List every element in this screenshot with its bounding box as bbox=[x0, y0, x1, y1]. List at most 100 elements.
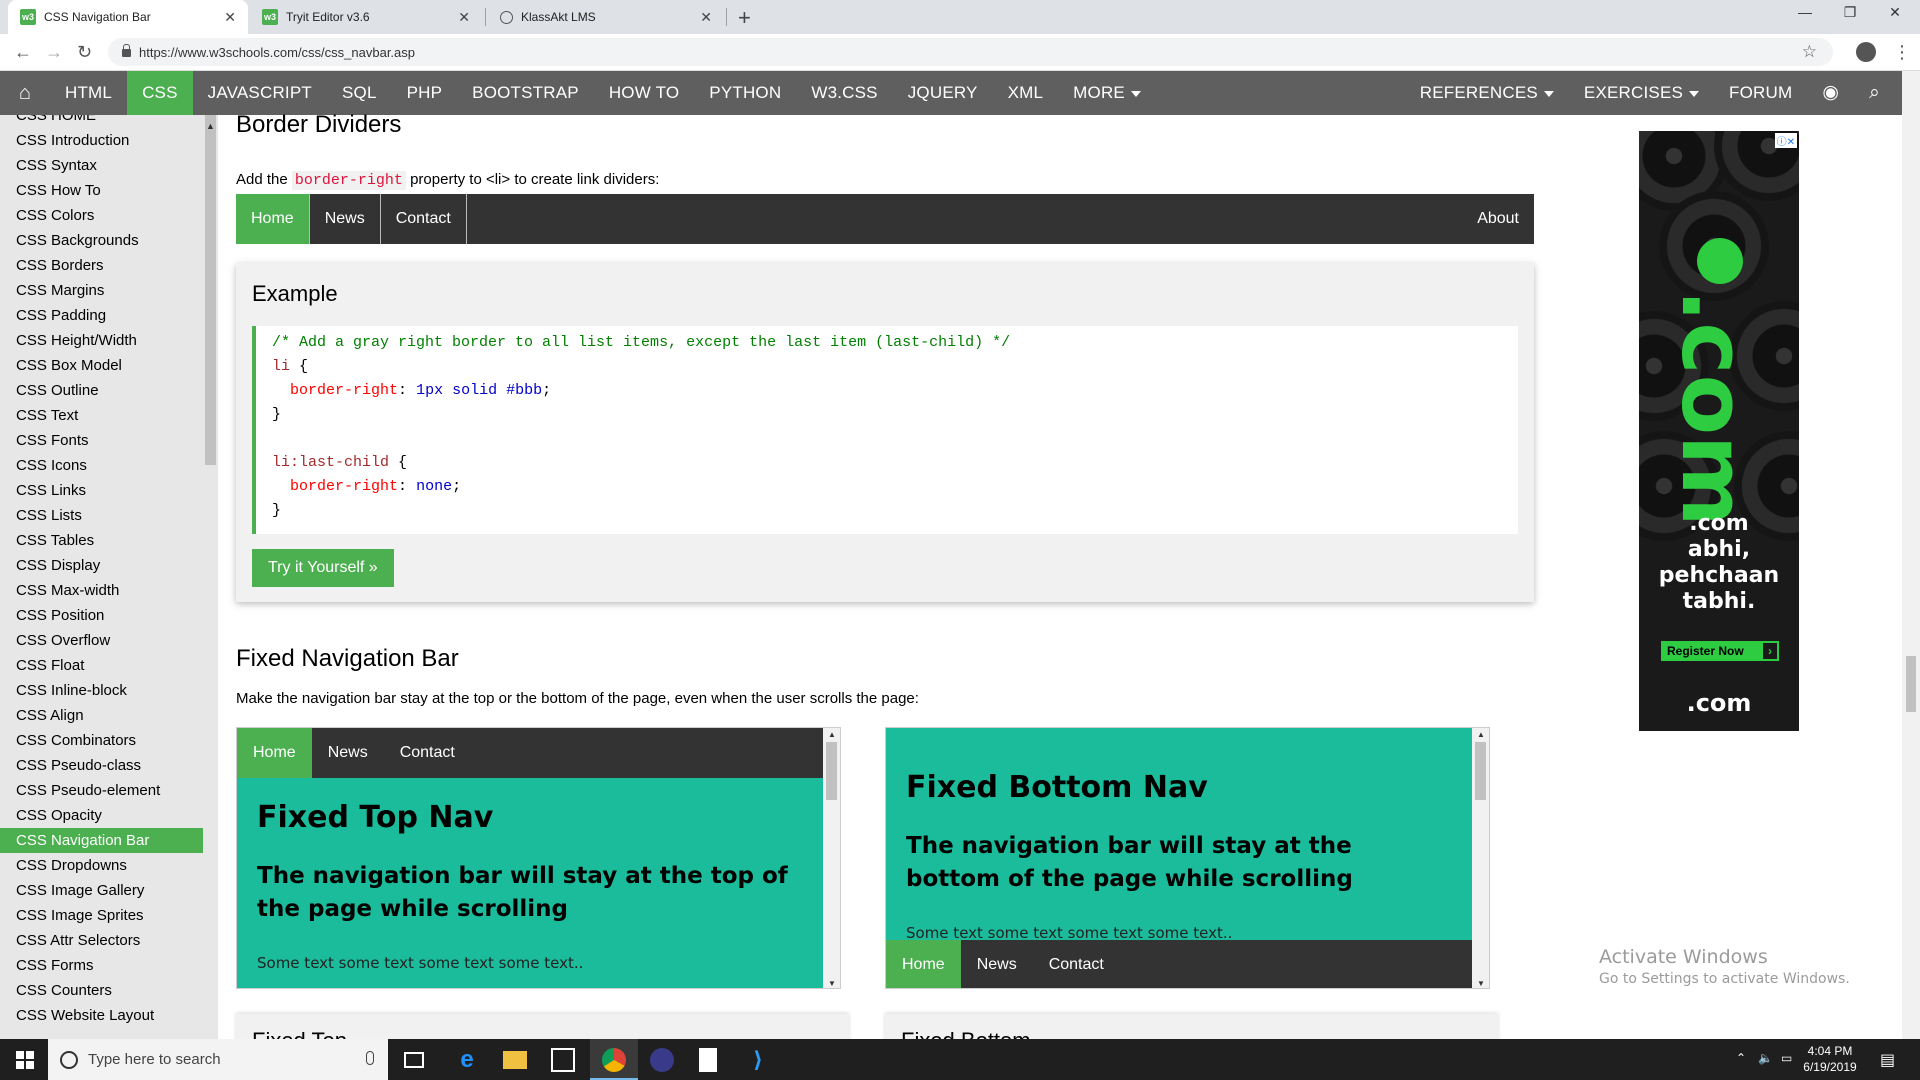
bookmark-star-icon[interactable]: ☆ bbox=[1802, 42, 1817, 62]
file-explorer-icon[interactable] bbox=[503, 1051, 527, 1069]
topnav-jquery[interactable]: JQUERY bbox=[893, 71, 993, 115]
topnav-references[interactable]: REFERENCES bbox=[1405, 71, 1569, 115]
sidebar-item[interactable]: CSS Dropdowns bbox=[0, 853, 218, 878]
sidebar-scrollbar[interactable]: ▲ bbox=[203, 115, 218, 1039]
home-icon[interactable]: ⌂ bbox=[0, 71, 50, 115]
sidebar-item[interactable]: CSS Opacity bbox=[0, 803, 218, 828]
advertisement[interactable]: .com .com abhi, pehchaan tabhi. Register… bbox=[1639, 131, 1799, 731]
sidebar-item[interactable]: CSS Borders bbox=[0, 253, 218, 278]
tray-chevron-icon[interactable]: ⌃ bbox=[1736, 1051, 1746, 1080]
translate-globe-icon[interactable]: ◉ bbox=[1807, 71, 1854, 115]
demo-nav-contact[interactable]: Contact bbox=[381, 194, 467, 244]
frame-scrollbar[interactable]: ▲ ▼ bbox=[823, 728, 840, 988]
sidebar-item[interactable]: CSS Website Layout bbox=[0, 1003, 218, 1028]
sidebar-item[interactable]: CSS Introduction bbox=[0, 128, 218, 153]
volume-icon[interactable]: 🔈 bbox=[1758, 1051, 1773, 1080]
topnav-sql[interactable]: SQL bbox=[327, 71, 392, 115]
topnav-w3css[interactable]: W3.CSS bbox=[796, 71, 892, 115]
sidebar-item[interactable]: CSS Box Model bbox=[0, 353, 218, 378]
browser-tab[interactable]: w3 CSS Navigation Bar ✕ bbox=[8, 0, 248, 34]
close-window-icon[interactable]: ✕ bbox=[1875, 4, 1915, 21]
sidebar-item[interactable]: CSS Height/Width bbox=[0, 328, 218, 353]
sidebar-item[interactable]: CSS Colors bbox=[0, 203, 218, 228]
demo-nav-news[interactable]: News bbox=[310, 194, 381, 244]
topnav-php[interactable]: PHP bbox=[392, 71, 458, 115]
sidebar-item[interactable]: CSS Inline-block bbox=[0, 678, 218, 703]
forward-icon[interactable]: → bbox=[45, 42, 63, 63]
frame-scrollbar[interactable]: ▲ ▼ bbox=[1472, 728, 1489, 988]
scroll-up-arrow-icon[interactable]: ▲ bbox=[1477, 730, 1485, 739]
sidebar-item[interactable]: CSS Position bbox=[0, 603, 218, 628]
taskbar-search-box[interactable]: Type here to search bbox=[48, 1039, 388, 1080]
ad-register-button[interactable]: Register Now › bbox=[1661, 641, 1779, 661]
page-scrollbar-thumb[interactable] bbox=[1906, 656, 1916, 712]
sidebar-scrollbar-thumb[interactable] bbox=[205, 115, 216, 465]
scroll-up-arrow-icon[interactable]: ▲ bbox=[206, 121, 215, 131]
chrome-icon[interactable] bbox=[602, 1048, 626, 1072]
sidebar-item[interactable]: CSS Align bbox=[0, 703, 218, 728]
sidebar-item[interactable]: CSS Tables bbox=[0, 528, 218, 553]
scroll-down-arrow-icon[interactable]: ▼ bbox=[1477, 979, 1485, 988]
try-it-yourself-button[interactable]: Try it Yourself » bbox=[252, 549, 394, 587]
frame-nav-news[interactable]: News bbox=[312, 728, 384, 778]
sidebar-item[interactable]: CSS Overflow bbox=[0, 628, 218, 653]
sidebar-item[interactable]: CSS Image Gallery bbox=[0, 878, 218, 903]
frame-nav-contact[interactable]: Contact bbox=[1033, 940, 1120, 988]
sidebar-item[interactable]: CSS Text bbox=[0, 403, 218, 428]
topnav-css[interactable]: CSS bbox=[127, 71, 193, 115]
sidebar-item[interactable]: CSS Forms bbox=[0, 953, 218, 978]
topnav-javascript[interactable]: JAVASCRIPT bbox=[193, 71, 327, 115]
reload-icon[interactable]: ↻ bbox=[77, 42, 92, 63]
sidebar-item[interactable]: CSS Combinators bbox=[0, 728, 218, 753]
restore-icon[interactable]: ❐ bbox=[1830, 4, 1870, 21]
demo-nav-about[interactable]: About bbox=[1462, 194, 1534, 244]
eclipse-icon[interactable] bbox=[650, 1048, 674, 1072]
sidebar-item[interactable]: CSS Image Sprites bbox=[0, 903, 218, 928]
scroll-up-arrow-icon[interactable]: ▲ bbox=[828, 730, 836, 739]
topnav-exercises[interactable]: EXERCISES bbox=[1569, 71, 1714, 115]
vscode-icon[interactable]: ⟩ bbox=[746, 1047, 770, 1072]
frame-nav-home[interactable]: Home bbox=[237, 728, 312, 778]
sidebar-item[interactable]: CSS Syntax bbox=[0, 153, 218, 178]
sidebar-item[interactable]: CSS Pseudo-element bbox=[0, 778, 218, 803]
topnav-howto[interactable]: HOW TO bbox=[594, 71, 694, 115]
browser-tab[interactable]: w3 Tryit Editor v3.6 ✕ bbox=[250, 0, 482, 34]
back-icon[interactable]: ← bbox=[14, 42, 32, 63]
store-icon[interactable] bbox=[551, 1048, 575, 1072]
frame-nav-home[interactable]: Home bbox=[886, 940, 961, 988]
frame-nav-contact[interactable]: Contact bbox=[384, 728, 471, 778]
profile-icon[interactable] bbox=[1856, 42, 1876, 62]
page-scrollbar[interactable] bbox=[1902, 71, 1920, 1039]
topnav-xml[interactable]: XML bbox=[993, 71, 1059, 115]
sidebar-item[interactable]: CSS Pseudo-class bbox=[0, 753, 218, 778]
sidebar-item[interactable]: CSS Outline bbox=[0, 378, 218, 403]
network-icon[interactable]: ▭ bbox=[1781, 1051, 1792, 1080]
menu-kebab-icon[interactable]: ⋮ bbox=[1893, 42, 1911, 63]
close-tab-icon[interactable]: ✕ bbox=[458, 9, 470, 26]
demo-nav-home[interactable]: Home bbox=[236, 194, 310, 244]
notepad-icon[interactable] bbox=[699, 1048, 717, 1072]
topnav-html[interactable]: HTML bbox=[50, 71, 127, 115]
ad-info-icon[interactable]: ⓘ✕ bbox=[1774, 133, 1797, 148]
topnav-more[interactable]: MORE bbox=[1058, 71, 1156, 115]
topnav-python[interactable]: PYTHON bbox=[694, 71, 796, 115]
sidebar-item[interactable]: CSS Counters bbox=[0, 978, 218, 1003]
new-tab-icon[interactable]: + bbox=[738, 5, 751, 31]
topnav-forum[interactable]: FORUM bbox=[1714, 71, 1807, 115]
search-icon[interactable]: ⌕ bbox=[1854, 71, 1902, 115]
frame-scrollbar-thumb[interactable] bbox=[826, 742, 837, 800]
edge-browser-icon[interactable]: e bbox=[455, 1046, 479, 1073]
taskbar-clock[interactable]: 4:04 PM 6/19/2019 bbox=[1795, 1043, 1865, 1075]
sidebar-item[interactable]: CSS Attr Selectors bbox=[0, 928, 218, 953]
url-field[interactable]: https://www.w3schools.com/css/css_navbar… bbox=[108, 38, 1833, 66]
sidebar-item[interactable]: CSS How To bbox=[0, 178, 218, 203]
sidebar-item[interactable]: CSS Display bbox=[0, 553, 218, 578]
close-tab-icon[interactable]: ✕ bbox=[700, 9, 712, 26]
sidebar-item[interactable]: CSS Lists bbox=[0, 503, 218, 528]
microphone-icon[interactable] bbox=[366, 1051, 374, 1065]
sidebar-item[interactable]: CSS Max-width bbox=[0, 578, 218, 603]
frame-scrollbar-thumb[interactable] bbox=[1475, 742, 1486, 800]
windows-start-icon[interactable] bbox=[16, 1051, 34, 1069]
action-center-icon[interactable]: ▤ bbox=[1880, 1050, 1895, 1080]
sidebar-item[interactable]: CSS Backgrounds bbox=[0, 228, 218, 253]
